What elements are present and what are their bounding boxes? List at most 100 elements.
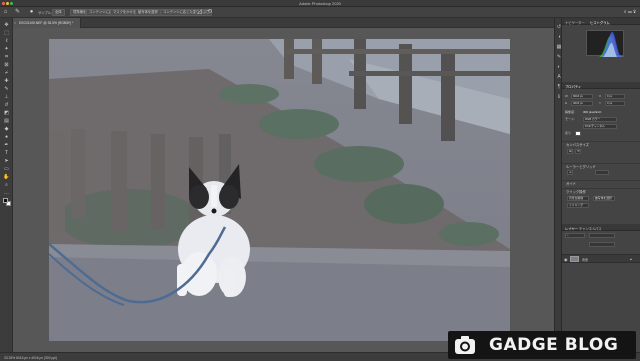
mode-row: モード: RGB カラー (565, 117, 637, 122)
sample-all-select[interactable]: 全体 (52, 9, 65, 16)
sample-label: サンプル: (38, 11, 53, 15)
layer-name: 背景 (582, 257, 589, 262)
document-tab-label: DSC01105.NEF @ 33.3% (RGB/8*) * (19, 21, 74, 25)
brush-icon[interactable]: ✎ (14, 9, 21, 16)
quick-select-icon[interactable]: ✦ (3, 46, 10, 53)
remove-background-button[interactable]: 背景を削除 (567, 196, 589, 201)
tab-histogram[interactable]: ヒストグラム (590, 20, 610, 25)
hand-icon[interactable]: ✋ (3, 174, 10, 181)
window-title: Adobe Photoshop 2020 (299, 1, 341, 6)
properties-panel-header: プロパティ (562, 82, 640, 89)
quick-actions-row-1: 背景を削除 被写体を選択 (565, 196, 637, 201)
resolution-label: 解像度: (565, 110, 575, 114)
y-label: Y (599, 101, 602, 105)
eye-icon[interactable]: ◉ (564, 257, 568, 262)
histogram-curves (587, 32, 625, 57)
ruler-icon[interactable]: ⊿ (567, 170, 573, 175)
tab-navigator[interactable]: ナビゲーター (565, 20, 585, 25)
marquee-icon[interactable]: ⬚ (3, 30, 10, 37)
section-canvas-size[interactable]: カンバスサイズ (562, 141, 640, 147)
type-icon[interactable]: T (3, 150, 10, 157)
height-row: H 4016 px Y 0 px (565, 101, 637, 106)
photo-dog-illustration (49, 39, 510, 341)
home-icon[interactable]: ⌂ (2, 9, 9, 16)
brush-tool-icon[interactable]: ✎ (3, 86, 10, 93)
watermark-logo: GADGE BLOG (448, 331, 636, 359)
lasso-icon[interactable]: ℓ (3, 38, 10, 45)
symmetry-icon[interactable]: ⟲ (206, 9, 213, 16)
x-label: X (599, 94, 602, 98)
fill-label: 塗り (565, 131, 572, 135)
select-subject-quick-button[interactable]: 被写体を選択 (593, 196, 615, 201)
rulers-controls: ⊿ (565, 170, 637, 175)
tab-layers[interactable]: レイヤー (565, 226, 578, 231)
layer-kind-filter[interactable]: ⌕ (565, 233, 585, 238)
brush-size-icon[interactable]: ● (28, 9, 35, 16)
y-field[interactable]: 0 px (605, 101, 625, 106)
layer-filter-row: ⌕ (565, 233, 637, 238)
mode-label: モード: (565, 117, 575, 121)
right-panels: ナビゲーター ヒストグラム プロパティ W 6016 px X 0 px H 4… (562, 18, 640, 352)
width-row: W 6016 px X 0 px (565, 94, 637, 99)
dodge-icon[interactable]: ● (3, 134, 10, 141)
select-subject-button[interactable]: 被写体を選択 (135, 9, 161, 16)
canvas-size-icon[interactable]: ⊞ (567, 149, 573, 154)
crop-icon[interactable]: ⌗ (3, 54, 10, 61)
document-tabbar: × DSC01105.NEF @ 33.3% (RGB/8*) * (13, 18, 554, 28)
workspace-icons[interactable]: ⌕ ▭ ⇪ (624, 9, 636, 15)
gradient-icon[interactable]: ▤ (3, 118, 10, 125)
layers-panel-tabs: レイヤー チャンネル パス (562, 224, 640, 231)
layer-lock-row (565, 242, 637, 247)
eyedropper-icon[interactable]: ⌿ (3, 70, 10, 77)
pen-icon[interactable]: ✒ (3, 142, 10, 149)
canvas-size-controls: ⊞ ⟲ (565, 149, 637, 154)
mode-select[interactable]: RGB カラー (583, 117, 617, 122)
document-tab[interactable]: × DSC01105.NEF @ 33.3% (RGB/8*) * (13, 18, 81, 28)
layer-row-background[interactable]: ◉ 背景 🔒︎ (562, 254, 640, 263)
document-image[interactable] (49, 39, 510, 341)
camera-icon (455, 336, 475, 354)
depth-select[interactable]: 8 bit/チャンネル (583, 124, 617, 129)
heal-icon[interactable]: ✚ (3, 78, 10, 85)
opacity-field[interactable] (589, 242, 615, 247)
tab-channels[interactable]: チャンネル (579, 226, 595, 231)
tools-panel: ✥ ⬚ ℓ ✦ ⌗ ⊠ ⌿ ✚ ✎ ⊥ ↺ ◩ ▤ ◆ ● ✒ T ➤ ▭ ✋ … (0, 18, 13, 352)
blur-icon[interactable]: ◆ (3, 126, 10, 133)
zoom-icon[interactable]: ⌕ (3, 182, 10, 189)
shape-icon[interactable]: ▭ (3, 166, 10, 173)
move-icon[interactable]: ✥ (3, 22, 10, 29)
section-quick-actions[interactable]: クイック操作 (562, 188, 640, 194)
content-aware-fill-button[interactable]: コンテンツに応じた塗りつぶし (160, 9, 213, 16)
blend-mode-select[interactable] (589, 233, 615, 238)
section-guides[interactable]: ガイド (562, 180, 640, 186)
stamp-icon[interactable]: ⊥ (3, 94, 10, 101)
path-select-icon[interactable]: ➤ (3, 158, 10, 165)
tab-paths[interactable]: パス (595, 226, 602, 231)
frame-icon[interactable]: ⊠ (3, 62, 10, 69)
resolution-value: 300 pixel/inch (583, 110, 602, 114)
history-brush-icon[interactable]: ↺ (3, 102, 10, 109)
watermark-text: GADGE BLOG (489, 335, 619, 355)
properties-title[interactable]: プロパティ (565, 84, 581, 89)
canvas-rotate-icon[interactable]: ⟲ (575, 149, 581, 154)
window-titlebar: Adobe Photoshop 2020 (0, 0, 640, 7)
histogram-graph (586, 30, 625, 57)
resolution-row: 解像度: 300 pixel/inch (565, 110, 637, 115)
foreground-color-swatch[interactable] (3, 198, 8, 203)
angle-icon[interactable]: ◿ (196, 9, 203, 16)
close-tab-icon[interactable]: × (14, 21, 16, 25)
fill-swatch[interactable] (575, 131, 581, 136)
trim-button[interactable]: トリミング (567, 203, 589, 208)
canvas-area[interactable] (13, 28, 554, 352)
width-field[interactable]: 6016 px (571, 94, 593, 99)
height-field[interactable]: 4016 px (571, 101, 593, 106)
eraser-icon[interactable]: ◩ (3, 110, 10, 117)
more-icon[interactable]: … (3, 190, 10, 197)
x-field[interactable]: 0 px (605, 94, 625, 99)
height-label: H (565, 101, 568, 105)
section-rulers-grid[interactable]: ルーラーとグリッド (562, 163, 640, 169)
depth-row: 8 bit/チャンネル (565, 124, 637, 129)
lock-icon: 🔒︎ (630, 257, 632, 261)
layer-thumbnail (570, 256, 579, 262)
ruler-unit-select[interactable] (595, 170, 609, 175)
